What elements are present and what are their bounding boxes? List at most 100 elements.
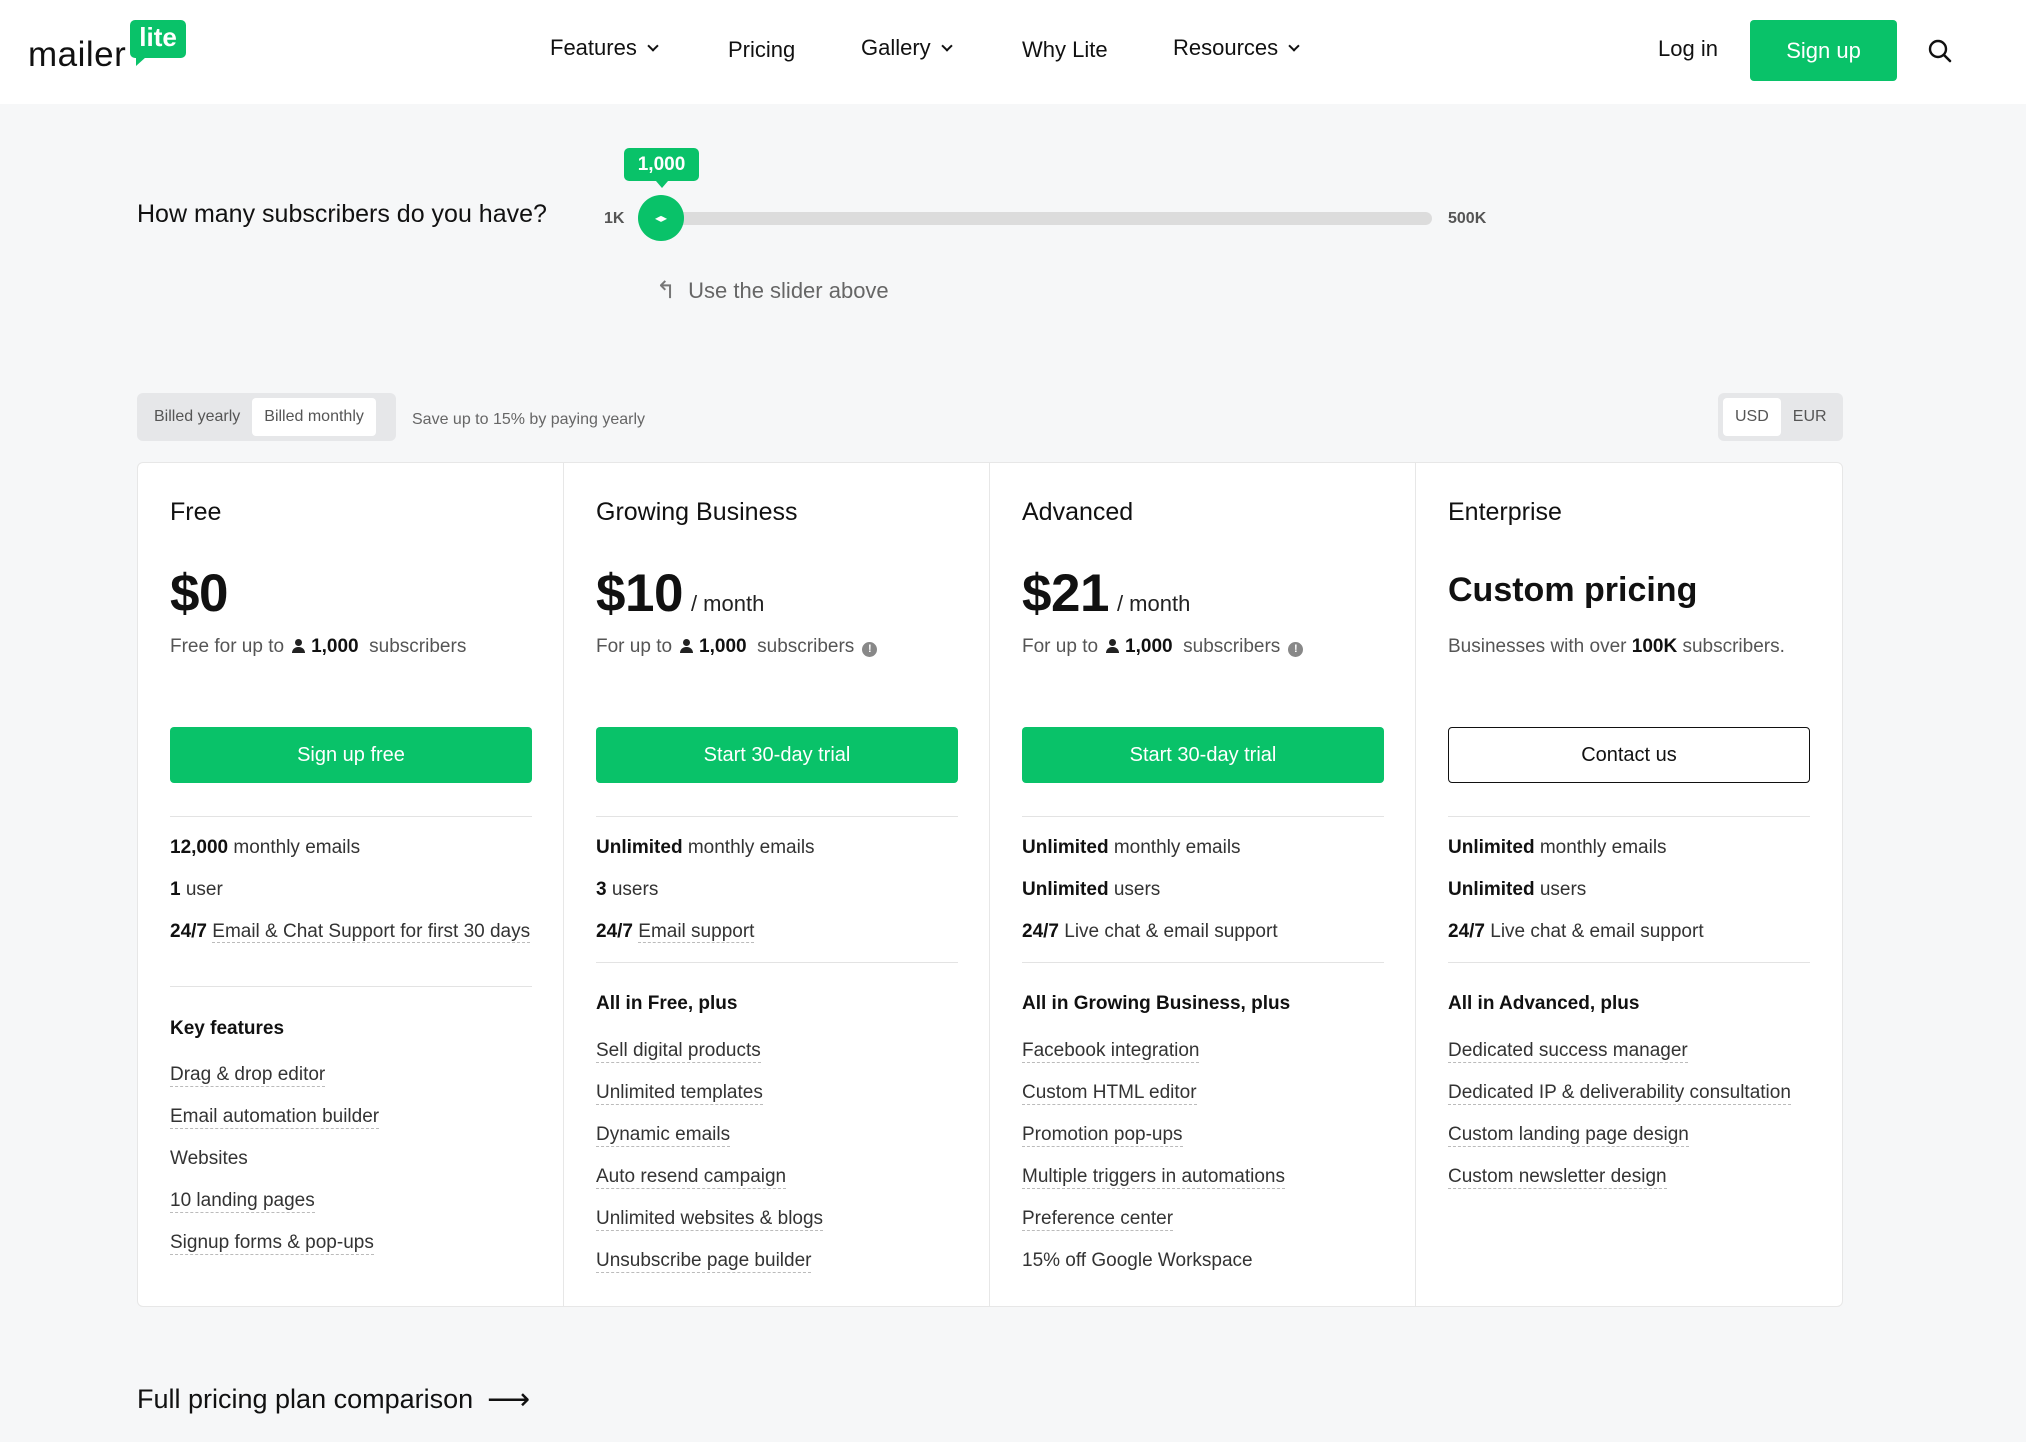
- feature-item[interactable]: Dynamic emails: [596, 1124, 731, 1147]
- info-icon[interactable]: !: [862, 642, 878, 657]
- search-icon[interactable]: [1927, 38, 1953, 64]
- plan-name: Advanced: [1022, 498, 1134, 526]
- plan-sub-suffix: subscribers.: [1682, 636, 1785, 657]
- currency-usd-option[interactable]: USD: [1723, 398, 1781, 436]
- slider-value-tooltip: 1,000: [624, 148, 699, 188]
- plan-price: $10 / month: [596, 563, 764, 624]
- feature-item[interactable]: Auto resend campaign: [596, 1166, 787, 1189]
- nav-features[interactable]: Features: [550, 35, 659, 61]
- plan-sub-count: 1,000: [699, 636, 747, 657]
- limit-bold: Unlimited: [1448, 837, 1535, 858]
- feature-item[interactable]: Promotion pop-ups: [1022, 1124, 1183, 1147]
- nav-pricing-label: Pricing: [728, 37, 796, 62]
- limit-item: 24/7 Live chat & email support: [1448, 920, 1810, 944]
- features-heading: All in Growing Business, plus: [1022, 993, 1291, 1014]
- site-header: mailer lite Features Pricing Gallery Why…: [0, 0, 2026, 104]
- feature-item[interactable]: Unlimited templates: [596, 1082, 763, 1105]
- plan-sub-count: 1,000: [1125, 636, 1173, 657]
- feature-item[interactable]: Preference center: [1022, 1208, 1174, 1231]
- limit-item: 1 user: [170, 878, 532, 902]
- start-trial-button[interactable]: Start 30-day trial: [596, 727, 958, 783]
- limit-bold: Unlimited: [1022, 879, 1109, 900]
- plan-price: $0: [170, 563, 228, 624]
- limit-bold: 12,000: [170, 837, 229, 858]
- divider: [1022, 962, 1384, 963]
- limit-text: monthly emails: [1113, 837, 1241, 858]
- limit-item: Unlimited monthly emails: [596, 836, 958, 860]
- feature-item[interactable]: Unsubscribe page builder: [596, 1250, 812, 1273]
- plan-card-enterprise: Enterprise Custom pricing Businesses wit…: [1416, 463, 1842, 1306]
- signup-free-button[interactable]: Sign up free: [170, 727, 532, 783]
- limit-bold: 24/7: [1448, 921, 1485, 942]
- divider: [170, 816, 532, 817]
- billing-yearly-option[interactable]: Billed yearly: [142, 398, 252, 436]
- feature-item[interactable]: Dedicated success manager: [1448, 1040, 1688, 1063]
- subscribers-slider-track[interactable]: [650, 212, 1432, 225]
- plan-sub-count: 1,000: [311, 636, 359, 657]
- signup-button[interactable]: Sign up: [1750, 20, 1897, 81]
- start-trial-button[interactable]: Start 30-day trial: [1022, 727, 1384, 783]
- feature-item[interactable]: Drag & drop editor: [170, 1064, 326, 1087]
- divider: [1022, 816, 1384, 817]
- limit-text: users: [611, 879, 659, 900]
- plan-card-growing-business: Growing Business $10 / month For up to 1,…: [564, 463, 990, 1306]
- feature-item[interactable]: 10 landing pages: [170, 1190, 315, 1213]
- feature-item[interactable]: Custom HTML editor: [1022, 1082, 1197, 1105]
- feature-item[interactable]: Sell digital products: [596, 1040, 761, 1063]
- limit-text: monthly emails: [687, 837, 815, 858]
- full-comparison-link[interactable]: Full pricing plan comparison ⟶: [137, 1382, 530, 1417]
- slider-thumb[interactable]: ◂▸: [638, 195, 684, 241]
- logo-wordmark: mailer: [28, 35, 127, 74]
- save-note: Save up to 15% by paying yearly: [412, 411, 646, 428]
- nav-gallery[interactable]: Gallery: [861, 35, 953, 61]
- feature-item[interactable]: Email automation builder: [170, 1106, 380, 1129]
- arrows-horizontal-icon: ◂▸: [654, 211, 668, 225]
- limit-bold: Unlimited: [1022, 837, 1109, 858]
- limit-item[interactable]: 24/7 Email & Chat Support for first 30 d…: [170, 920, 532, 944]
- limit-text: Email & Chat Support for first 30 days: [212, 921, 531, 943]
- plan-sub-count: 100K: [1631, 636, 1678, 657]
- chevron-down-icon: [647, 39, 659, 52]
- feature-item[interactable]: Dedicated IP & deliverability consultati…: [1448, 1082, 1791, 1105]
- limit-bold: 24/7: [1022, 921, 1059, 942]
- feature-item[interactable]: Signup forms & pop-ups: [170, 1232, 374, 1255]
- limit-item: 24/7 Live chat & email support: [1022, 920, 1384, 944]
- full-comparison-label: Full pricing plan comparison: [137, 1384, 474, 1414]
- nav-why-lite[interactable]: Why Lite: [1022, 37, 1108, 63]
- mailerlite-logo[interactable]: mailer lite: [28, 20, 186, 74]
- divider: [596, 962, 958, 963]
- chevron-down-icon: [941, 39, 953, 52]
- limit-item: 3 users: [596, 878, 958, 902]
- plan-name: Enterprise: [1448, 498, 1562, 526]
- limit-text: Live chat & email support: [1490, 921, 1704, 942]
- feature-item[interactable]: Custom newsletter design: [1448, 1166, 1667, 1189]
- billing-toggle: Billed yearly Billed monthly: [137, 393, 396, 441]
- nav-gallery-label: Gallery: [861, 35, 931, 60]
- subscribers-question: How many subscribers do you have?: [137, 200, 547, 228]
- nav-pricing[interactable]: Pricing: [728, 37, 795, 63]
- slider-max-label: 500K: [1448, 210, 1487, 227]
- plan-price: Custom pricing: [1448, 571, 1697, 610]
- plan-subscriber-note: Free for up to 1,000 subscribers: [170, 633, 540, 661]
- plan-sub-prefix: Free for up to: [170, 636, 285, 657]
- billing-monthly-option[interactable]: Billed monthly: [252, 398, 376, 436]
- limit-bold: Unlimited: [1448, 879, 1535, 900]
- divider: [170, 986, 532, 987]
- login-link[interactable]: Log in: [1658, 36, 1718, 62]
- plan-subscriber-note: Businesses with over 100K subscribers.: [1448, 633, 1818, 661]
- limit-text: Email support: [638, 921, 755, 943]
- feature-item[interactable]: Custom landing page design: [1448, 1124, 1689, 1147]
- contact-us-button[interactable]: Contact us: [1448, 727, 1810, 783]
- nav-resources[interactable]: Resources: [1173, 35, 1300, 61]
- feature-item[interactable]: Multiple triggers in automations: [1022, 1166, 1285, 1189]
- plan-sub-prefix: For up to: [1022, 636, 1099, 657]
- feature-item[interactable]: Unlimited websites & blogs: [596, 1208, 824, 1231]
- currency-eur-option[interactable]: EUR: [1781, 398, 1839, 436]
- limit-item[interactable]: 24/7 Email support: [596, 920, 958, 944]
- plan-name: Growing Business: [596, 498, 798, 526]
- limit-bold: 1: [170, 879, 181, 900]
- chevron-down-icon: [1288, 39, 1300, 52]
- info-icon[interactable]: !: [1288, 642, 1304, 657]
- feature-item[interactable]: Facebook integration: [1022, 1040, 1200, 1063]
- plan-price-amount: $0: [170, 564, 228, 623]
